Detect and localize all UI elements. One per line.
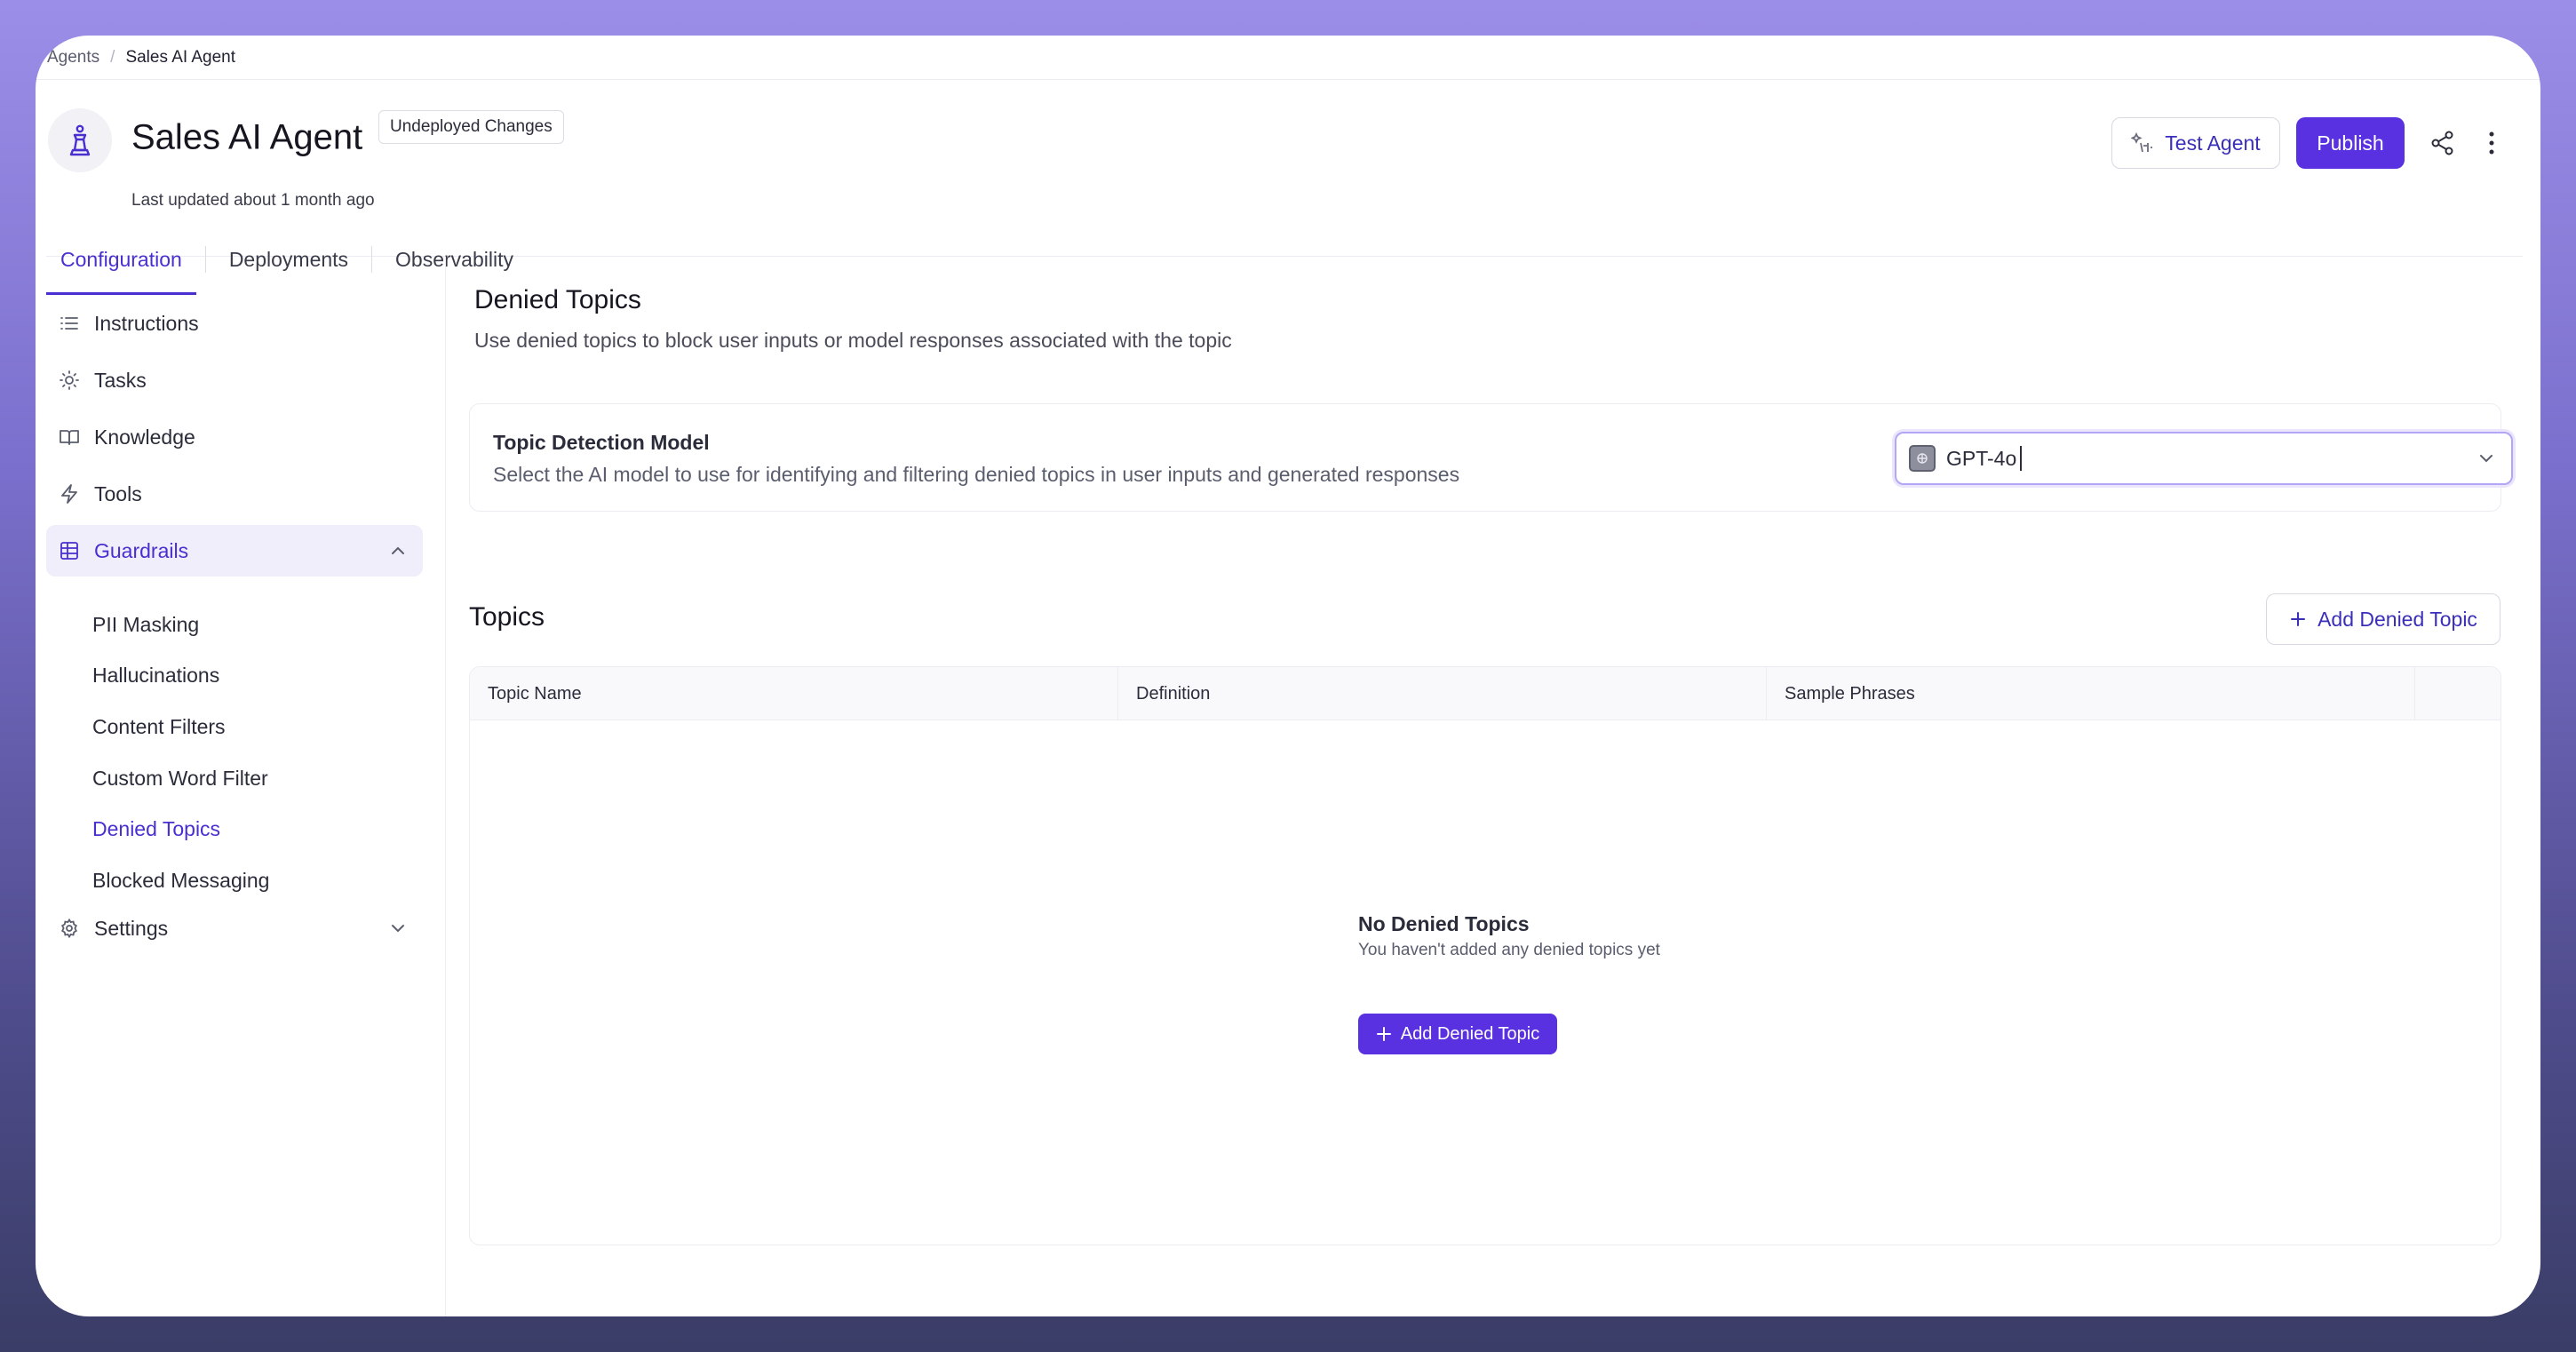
sidebar-item-label: Guardrails xyxy=(94,538,189,562)
chevron-down-icon xyxy=(392,925,404,933)
plus-icon xyxy=(2291,612,2306,626)
sidebar-item-label: Tasks xyxy=(94,368,147,392)
bolt-icon xyxy=(59,483,80,505)
breadcrumb-separator: / xyxy=(110,47,115,67)
chevron-down-icon xyxy=(2480,455,2493,463)
last-updated-text: Last updated about 1 month ago xyxy=(131,191,375,210)
publish-button[interactable]: Publish xyxy=(2296,117,2405,169)
model-select[interactable]: GPT-4o xyxy=(1895,432,2513,485)
sidebar-subitem-custom-word-filter[interactable]: Custom Word Filter xyxy=(92,760,268,796)
test-agent-button[interactable]: Test Agent xyxy=(2111,117,2280,169)
sidebar-item-label: Settings xyxy=(94,916,169,940)
sidebar-item-knowledge[interactable]: Knowledge xyxy=(46,411,423,463)
sidebar-item-tasks[interactable]: Tasks xyxy=(46,354,423,406)
page-title: Sales AI Agent xyxy=(131,117,363,157)
empty-state-add-label: Add Denied Topic xyxy=(1400,1023,1540,1044)
add-denied-topic-button[interactable]: Add Denied Topic xyxy=(2266,593,2500,645)
sidebar-subitem-hallucinations[interactable]: Hallucinations xyxy=(92,657,219,693)
sidebar-item-guardrails[interactable]: Guardrails xyxy=(46,525,423,577)
column-header-definition: Definition xyxy=(1118,667,1767,720)
book-icon xyxy=(59,426,80,448)
share-icon xyxy=(2431,131,2453,155)
breadcrumb-current: Sales AI Agent xyxy=(125,47,236,67)
topics-title: Topics xyxy=(469,602,545,632)
empty-state-description: You haven't added any denied topics yet xyxy=(1358,941,1660,959)
sidebar-item-label: Knowledge xyxy=(94,425,195,449)
table-icon xyxy=(59,540,80,561)
column-header-topic-name: Topic Name xyxy=(470,667,1118,720)
more-options-button[interactable] xyxy=(2478,125,2505,161)
app-window: Agents / Sales AI Agent Sales AI Agent U… xyxy=(36,36,2540,1316)
sidebar-subitem-content-filters[interactable]: Content Filters xyxy=(92,709,226,744)
model-logo-icon xyxy=(1909,445,1936,472)
section-description: Use denied topics to block user inputs o… xyxy=(474,329,1232,352)
lightbulb-icon xyxy=(59,370,80,391)
sidebar-item-tools[interactable]: Tools xyxy=(46,468,423,520)
breadcrumb-agents-link[interactable]: Agents xyxy=(47,48,99,68)
column-header-sample-phrases: Sample Phrases xyxy=(1767,667,2415,720)
sidebar-subitem-pii-masking[interactable]: PII Masking xyxy=(92,607,199,642)
agent-avatar xyxy=(48,108,112,172)
sidebar-subitem-blocked-messaging[interactable]: Blocked Messaging xyxy=(92,863,269,898)
plus-icon xyxy=(1376,1027,1391,1041)
section-title: Denied Topics xyxy=(474,285,641,314)
topic-detection-model-card: Topic Detection Model Select the AI mode… xyxy=(469,403,2513,512)
model-card-title: Topic Detection Model xyxy=(493,431,710,454)
chess-piece-icon xyxy=(69,124,91,156)
model-select-value: GPT-4o xyxy=(1946,446,2017,470)
sidebar-item-label: Instructions xyxy=(94,311,199,335)
model-card-description: Select the AI model to use for identifyi… xyxy=(493,463,1460,486)
sidebar-subitem-denied-topics[interactable]: Denied Topics xyxy=(92,811,220,847)
table-header: Topic Name Definition Sample Phrases xyxy=(470,667,2500,720)
test-agent-label: Test Agent xyxy=(2165,131,2261,155)
sidebar-item-settings[interactable]: Settings xyxy=(46,903,423,954)
status-badge: Undeployed Changes xyxy=(378,110,564,144)
gear-icon xyxy=(59,918,80,939)
breadcrumb: Agents / Sales AI Agent xyxy=(36,36,2540,80)
add-denied-topic-label: Add Denied Topic xyxy=(2318,607,2477,631)
sidebar: Instructions Tasks Knowledge Tools Guard… xyxy=(36,257,446,1316)
sidebar-item-label: Tools xyxy=(94,481,142,505)
ai-sparkle-icon xyxy=(2131,131,2153,153)
empty-state-add-button[interactable]: Add Denied Topic xyxy=(1358,1014,1557,1054)
text-cursor xyxy=(2020,446,2023,471)
topics-table: Topic Name Definition Sample Phrases No … xyxy=(469,666,2501,1245)
kebab-menu-icon xyxy=(2489,131,2494,155)
share-button[interactable] xyxy=(2425,125,2461,161)
chevron-up-icon xyxy=(392,546,404,554)
empty-state-title: No Denied Topics xyxy=(1358,912,1530,935)
sidebar-item-instructions[interactable]: Instructions xyxy=(46,298,423,349)
list-icon xyxy=(59,313,80,334)
